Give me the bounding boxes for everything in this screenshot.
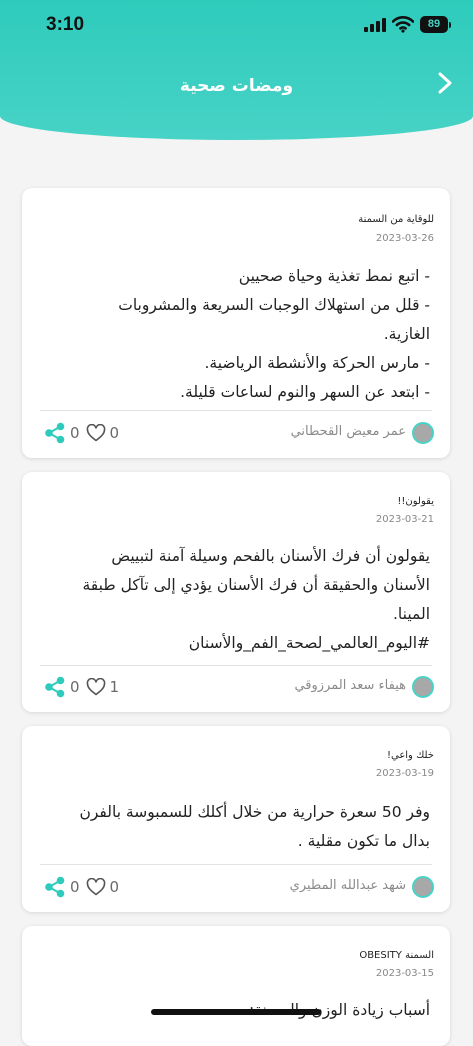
- post-body-line: يقولون أن فرك الأسنان بالفحم وسيلة آمنة …: [111, 547, 430, 565]
- post-category: يقولون!!: [397, 496, 434, 507]
- card-divider: [40, 864, 432, 865]
- post-card[interactable]: للوقاية من السمنة 2023-03-26 - اتبع نمط …: [22, 188, 450, 458]
- like-count: 0: [109, 878, 120, 896]
- share-button[interactable]: [44, 676, 66, 698]
- share-icon: [45, 676, 65, 698]
- post-body-line: #اليوم_العالمي_لصحة_الفم_والأسنان: [188, 634, 430, 652]
- post-body-line: - مارس الحركة والأنشطة الرياضية.: [204, 354, 431, 372]
- post-actions: 0 1: [44, 675, 119, 699]
- post-date: 2023-03-15: [375, 968, 434, 979]
- author-name[interactable]: شهد عبدالله المطيري: [290, 878, 406, 893]
- share-icon: [45, 422, 65, 444]
- post-actions: 0 0: [44, 421, 119, 445]
- heart-icon: [86, 424, 105, 442]
- heart-icon: [86, 878, 105, 896]
- post-category: للوقاية من السمنة: [358, 214, 434, 225]
- card-divider: [40, 410, 432, 411]
- post-card[interactable]: خلك واعي! 2023-03-19 وفر 50 سعرة حرارية …: [22, 726, 450, 912]
- post-body-line: - اتبع نمط تغذية وحياة صحيين: [238, 267, 430, 285]
- share-count: 0: [70, 424, 80, 442]
- like-button[interactable]: [86, 878, 106, 896]
- post-body: وفر 50 سعرة حرارية من خلال أكلك للسمبوسة…: [40, 798, 430, 856]
- share-button[interactable]: [44, 876, 66, 898]
- post-body: يقولون أن فرك الأسنان بالفحم وسيلة آمنة …: [40, 542, 431, 658]
- post-body-line: وفر 50 سعرة حرارية من خلال أكلك للسمبوسة…: [79, 803, 430, 821]
- post-body-line: - قلل من استهلاك الوجبات السريعة والمشرو…: [118, 296, 430, 314]
- card-divider: [40, 665, 432, 666]
- like-count: 0: [109, 424, 120, 442]
- post-body: - اتبع نمط تغذية وحياة صحيين - قلل من اس…: [40, 262, 430, 407]
- post-card[interactable]: يقولون!! 2023-03-21 يقولون أن فرك الأسنا…: [22, 472, 450, 712]
- post-category: السمنة OBESITY: [359, 950, 434, 961]
- avatar[interactable]: [412, 676, 434, 698]
- share-icon: [45, 876, 65, 898]
- share-count: 0: [70, 678, 80, 696]
- post-date: 2023-03-21: [375, 514, 434, 525]
- like-button[interactable]: [86, 678, 106, 696]
- post-body-line: - ابتعد عن السهر والنوم لساعات قليلة.: [180, 383, 430, 401]
- post-body-line: بدال ما تكون مقلية .: [297, 832, 430, 850]
- author-name[interactable]: هيفاء سعد المرزوقي: [294, 678, 406, 693]
- heart-icon: [86, 678, 105, 696]
- home-indicator[interactable]: [151, 1009, 321, 1015]
- posts-feed[interactable]: للوقاية من السمنة 2023-03-26 - اتبع نمط …: [0, 0, 473, 1046]
- post-category: خلك واعي!: [386, 750, 434, 761]
- author-name[interactable]: عمر معيض القحطاني: [291, 424, 406, 439]
- post-card[interactable]: السمنة OBESITY 2023-03-15 أسباب زيادة ال…: [22, 926, 450, 1046]
- share-count: 0: [70, 878, 80, 896]
- post-date: 2023-03-19: [375, 768, 434, 779]
- post-body-line: الأسنان والحقيقة أن فرك الأسنان يؤدي إلى…: [82, 576, 431, 594]
- post-body-line: المينا.: [393, 605, 430, 623]
- post-actions: 0 0: [44, 875, 119, 899]
- post-date: 2023-03-26: [375, 233, 434, 244]
- post-body-line: الغازية.: [383, 325, 430, 343]
- like-button[interactable]: [86, 424, 106, 442]
- avatar[interactable]: [412, 876, 434, 898]
- avatar[interactable]: [412, 422, 434, 444]
- like-count: 1: [109, 678, 120, 696]
- share-button[interactable]: [44, 422, 66, 444]
